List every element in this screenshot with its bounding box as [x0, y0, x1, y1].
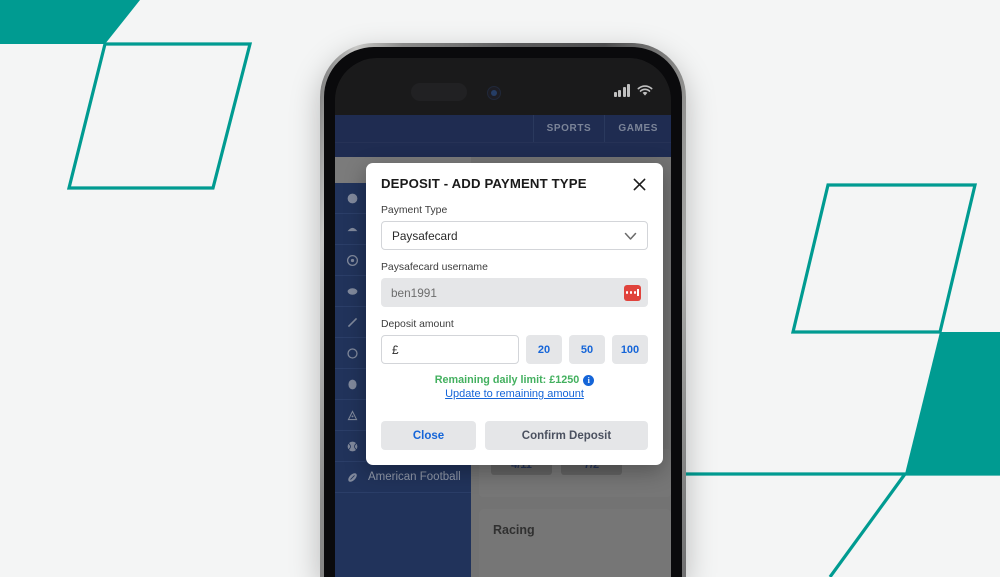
phone-screen: SPORTS GAMES American Football 4/11 7/2 …	[335, 58, 671, 577]
modal-actions: Close Confirm Deposit	[381, 421, 648, 450]
payment-type-value: Paysafecard	[392, 228, 458, 243]
phone-bezel: SPORTS GAMES American Football 4/11 7/2 …	[324, 47, 682, 577]
payment-type-select[interactable]: Paysafecard	[381, 221, 648, 250]
username-label: Paysafecard username	[381, 262, 488, 273]
chevron-down-icon	[624, 232, 637, 240]
close-icon[interactable]	[631, 176, 648, 193]
payment-type-label: Payment Type	[381, 205, 448, 216]
remaining-limit-text: Remaining daily limit: £1250	[434, 374, 580, 386]
deposit-amount-row: £ 20 50 100	[381, 335, 648, 364]
deposit-modal: DEPOSIT - ADD PAYMENT TYPE Payment Type …	[366, 163, 663, 465]
deposit-amount-label: Deposit amount	[381, 319, 454, 330]
deposit-amount-input[interactable]: £	[381, 335, 519, 364]
phone-mockup: SPORTS GAMES American Football 4/11 7/2 …	[320, 43, 686, 577]
quick-amount-100[interactable]: 100	[612, 335, 648, 364]
quick-amount-20[interactable]: 20	[526, 335, 562, 364]
update-remaining-link[interactable]: Update to remaining amount	[381, 388, 648, 400]
quick-amount-50[interactable]: 50	[569, 335, 605, 364]
info-icon[interactable]: i	[583, 374, 595, 386]
password-manager-icon[interactable]	[624, 284, 641, 301]
modal-header: DEPOSIT - ADD PAYMENT TYPE	[381, 176, 648, 193]
username-field[interactable]: ben1991	[381, 278, 648, 307]
remaining-limit: Remaining daily limit: £1250 i	[381, 374, 648, 386]
modal-title: DEPOSIT - ADD PAYMENT TYPE	[381, 176, 587, 191]
confirm-deposit-button[interactable]: Confirm Deposit	[485, 421, 648, 450]
username-value: ben1991	[391, 285, 437, 300]
close-button[interactable]: Close	[381, 421, 476, 450]
